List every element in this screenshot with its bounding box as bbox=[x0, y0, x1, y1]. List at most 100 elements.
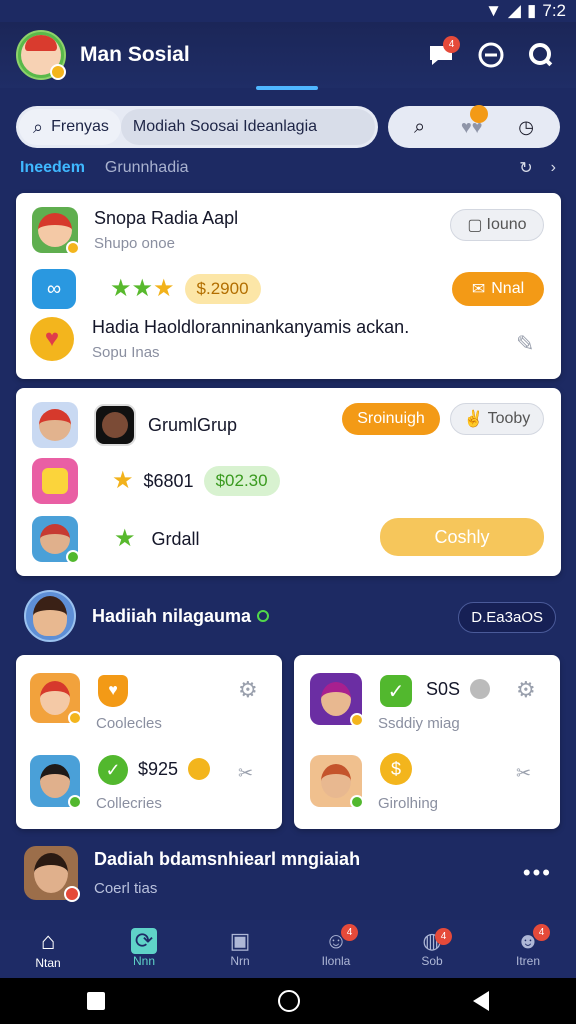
outline-button[interactable]: ▢ Iouno bbox=[450, 209, 544, 241]
follow-button[interactable]: ✌ Tooby bbox=[450, 403, 544, 435]
online-dot bbox=[257, 610, 270, 622]
post-card-1: Snopa Radia Aapl Shupo onoe ▢ Iouno ∞ ★ … bbox=[16, 193, 561, 379]
mini-card-2: ✓ S0S ⚙ Ssddiy miag $ ✂ Girolhing bbox=[294, 655, 560, 829]
tools-icon[interactable]: ✂ bbox=[516, 763, 531, 784]
edit-icon[interactable]: ✎ bbox=[516, 331, 534, 357]
more-icon[interactable]: ••• bbox=[523, 860, 552, 886]
recents-button[interactable] bbox=[86, 992, 105, 1010]
mini-label: Coolecles bbox=[96, 715, 162, 732]
mini-label: Collecries bbox=[96, 795, 162, 812]
search-tabs: ⌕ Frenyas Modiah Soosai Ideanlagia bbox=[16, 106, 378, 148]
section-header: Hadiiah nilagauma D.Ea3aOS bbox=[24, 590, 556, 642]
nav-badge: 4 bbox=[435, 928, 452, 945]
gear-icon[interactable]: ⚙ bbox=[516, 677, 536, 703]
filter-active[interactable]: Ineedem bbox=[20, 159, 85, 177]
star-icon: ★ bbox=[153, 275, 175, 302]
chevron-right-icon[interactable]: › bbox=[551, 159, 556, 177]
profile-avatar[interactable] bbox=[16, 30, 66, 80]
nav-friends[interactable]: ☺ 4 Ilonla bbox=[288, 920, 384, 978]
status-bar: ▼ ◢ ▮ 7:2 bbox=[0, 0, 576, 22]
yellow-button[interactable]: Coshly bbox=[380, 518, 544, 556]
tools-icon[interactable]: ✂ bbox=[238, 763, 253, 784]
card-icon: ▢ bbox=[467, 217, 483, 234]
avatar[interactable] bbox=[24, 590, 76, 642]
feed-item[interactable]: Dadiah bdamsnhiearl mngiaiah Coerl tias … bbox=[24, 846, 552, 902]
avatar[interactable] bbox=[30, 673, 82, 725]
nav-home[interactable]: ⌂ Ntan bbox=[0, 920, 96, 978]
shield-icon: ♥ bbox=[98, 675, 128, 707]
clock-icon[interactable]: ◷ bbox=[518, 117, 534, 138]
mini-price: S0S bbox=[426, 679, 461, 699]
mini-label: Ssddiy miag bbox=[378, 715, 460, 732]
app-icon[interactable] bbox=[32, 458, 78, 504]
post-header: Snopa Radia Aapl Shupo onoe bbox=[32, 207, 239, 255]
price-row: ★ $6801 $02.30 bbox=[32, 458, 280, 504]
battery-icon: ▮ bbox=[527, 1, 537, 20]
search-icon[interactable]: ⌕ bbox=[414, 116, 425, 139]
section-button[interactable]: D.Ea3aOS bbox=[458, 601, 556, 633]
filter-inactive[interactable]: Grunnhadia bbox=[105, 159, 519, 177]
price-tag: $.2900 bbox=[184, 274, 261, 304]
home-button[interactable] bbox=[277, 990, 300, 1012]
image-icon: ▣ bbox=[229, 928, 251, 953]
app-header: Man Sosial 4 bbox=[0, 22, 576, 88]
check-icon: ✓ bbox=[98, 755, 128, 785]
avatar[interactable] bbox=[24, 846, 80, 902]
tab-social[interactable]: Modiah Soosai Ideanlagia bbox=[120, 109, 375, 145]
tab-search[interactable]: ⌕ Frenyas bbox=[19, 109, 121, 145]
rating-row: ∞ ★ ★ ★ $.2900 bbox=[32, 269, 261, 309]
avatar[interactable] bbox=[310, 673, 364, 727]
refresh-icon[interactable]: ↻ bbox=[519, 158, 532, 178]
post-title: Snopa Radia Aapl bbox=[94, 208, 239, 228]
envelope-icon: ✉ bbox=[471, 281, 486, 298]
search-row: ⌕ Frenyas Modiah Soosai Ideanlagia ⌕ ♥♥ … bbox=[16, 104, 560, 150]
nav-badge: 4 bbox=[533, 924, 550, 941]
hearts-icon[interactable]: ♥♥ bbox=[461, 104, 489, 138]
active-tab-indicator bbox=[256, 86, 318, 90]
post-description: Hadia Haoldloranninankanyamis ackan. bbox=[92, 317, 410, 337]
member-name: Grdall bbox=[151, 528, 200, 549]
group-name: GrumlGrup bbox=[148, 414, 238, 435]
app-title: Man Sosial bbox=[80, 43, 190, 66]
nav-gallery[interactable]: ▣ Nrn bbox=[192, 920, 288, 978]
gear-icon[interactable]: ⚙ bbox=[238, 677, 258, 703]
app-icon[interactable] bbox=[32, 207, 80, 255]
chat-icon: ⟳ bbox=[130, 928, 158, 954]
group-card: GrumlGrup Sroinuigh ✌ Tooby ★ $6801 $02.… bbox=[16, 388, 561, 576]
member-row: ★ Grdall bbox=[32, 516, 200, 564]
check-icon: ✓ bbox=[380, 675, 412, 707]
section-title: Hadiiah nilagauma bbox=[92, 605, 252, 626]
primary-button[interactable]: ✉ Nnal bbox=[452, 272, 544, 306]
search-button[interactable] bbox=[522, 36, 560, 74]
search-icon: ⌕ bbox=[33, 116, 44, 137]
nav-messages[interactable]: ◍ 4 Sob bbox=[384, 920, 480, 978]
clock: 7:2 bbox=[542, 1, 566, 20]
avatar[interactable] bbox=[310, 755, 364, 809]
messages-button[interactable]: 4 bbox=[422, 36, 460, 74]
avatar[interactable] bbox=[32, 402, 78, 448]
app-icon[interactable] bbox=[94, 404, 136, 446]
desc-row: ♥ Hadia Haoldloranninankanyamis ackan. S… bbox=[30, 317, 409, 361]
join-button[interactable]: Sroinuigh bbox=[342, 403, 440, 435]
star-icon: ★ bbox=[114, 525, 136, 552]
coin-icon: $ bbox=[380, 753, 412, 785]
nav-chat[interactable]: ⟳ Nnn bbox=[96, 920, 192, 978]
back-button[interactable] bbox=[473, 991, 490, 1011]
post-subtitle: Shupo onoe bbox=[94, 235, 175, 252]
tab-search-label: Frenyas bbox=[51, 118, 109, 135]
app-icon[interactable]: ♥ bbox=[30, 317, 74, 361]
search-icon bbox=[529, 43, 553, 67]
coin-icon bbox=[188, 758, 210, 780]
nav-badge: 4 bbox=[341, 924, 358, 941]
minus-button[interactable] bbox=[472, 36, 510, 74]
post-desc-sub: Sopu Inas bbox=[92, 344, 160, 361]
coin-icon bbox=[50, 64, 66, 80]
avatar[interactable] bbox=[32, 516, 80, 564]
filter-bar: Ineedem Grunnhadia ↻ › bbox=[20, 156, 556, 180]
tab-social-label: Modiah Soosai Ideanlagia bbox=[132, 118, 318, 135]
coin-icon bbox=[470, 679, 490, 699]
avatar[interactable] bbox=[30, 755, 82, 809]
nav-profile[interactable]: ☻ 4 Itren bbox=[480, 920, 576, 978]
app-icon[interactable]: ∞ bbox=[32, 269, 76, 309]
hand-icon: ✌ bbox=[463, 411, 484, 428]
